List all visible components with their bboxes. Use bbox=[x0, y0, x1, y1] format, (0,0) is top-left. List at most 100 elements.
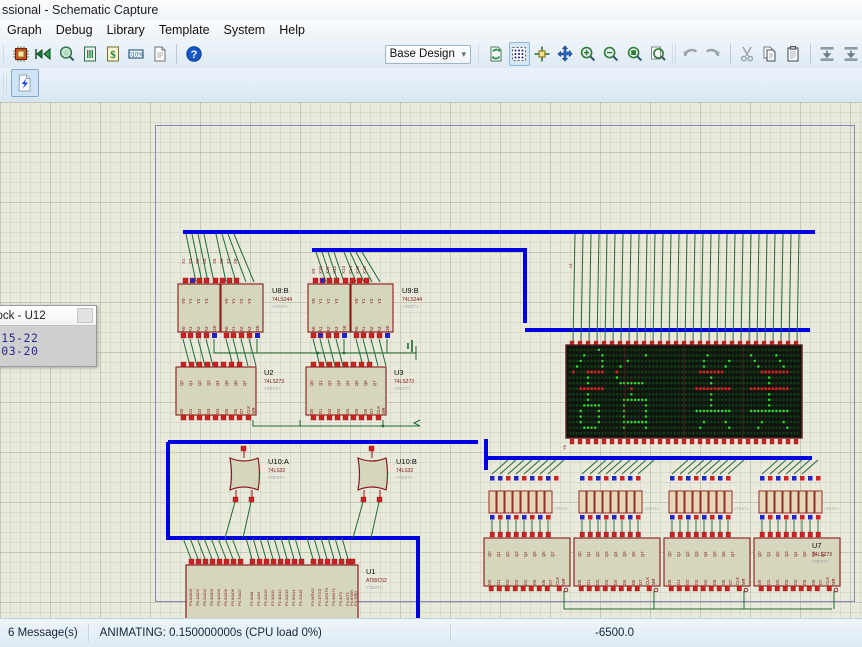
component-u10b[interactable]: U10:B 74LS32 <TEXT> bbox=[357, 445, 417, 503]
svg-text:X13: X13 bbox=[341, 265, 346, 274]
3d-visualizer-icon[interactable] bbox=[57, 42, 78, 66]
svg-text:D0: D0 bbox=[757, 579, 762, 585]
svg-text:D2: D2 bbox=[685, 579, 690, 585]
svg-text:Q5: Q5 bbox=[622, 551, 627, 557]
dot-matrix-display[interactable]: X1 Y8 bbox=[562, 233, 803, 450]
menu-item-help[interactable]: Help bbox=[272, 21, 312, 39]
svg-text:MR: MR bbox=[651, 578, 656, 585]
component-ref-u10b: U10:B bbox=[396, 457, 417, 466]
component-u3[interactable]: Q0 Q1 Q2 Q3 Q4 Q5 Q6 Q7 D0 D1 D2 D3 D4 D5 D6 D7 … bbox=[305, 366, 414, 416]
svg-text:P0.2/AD2: P0.2/AD2 bbox=[202, 588, 207, 606]
resistor-pack-row[interactable]: <TEXT> <TEXT> <TEXT> <TEXT> bbox=[488, 459, 840, 538]
zoom-in-icon[interactable] bbox=[578, 42, 599, 66]
resistor-pack-text-2: <TEXT> bbox=[644, 506, 660, 511]
electrical-rules-icon[interactable]: 010% bbox=[126, 42, 147, 66]
svg-text:X1: X1 bbox=[181, 258, 186, 264]
component-u8b[interactable]: Y0 Y1 Y2 Y3 Y0 Y1 Y2 Y3 A0 A1 A2 A3 OE A… bbox=[177, 283, 292, 333]
svg-text:D7: D7 bbox=[818, 579, 823, 585]
svg-text:X3: X3 bbox=[195, 258, 200, 264]
close-icon[interactable] bbox=[77, 308, 93, 323]
component-u1[interactable]: P0.0/AD0 P0.1/AD1 P0.2/AD2 P0.3/AD3 P0.4… bbox=[185, 564, 387, 618]
zoom-all-icon[interactable] bbox=[624, 42, 645, 66]
svg-text:Q1: Q1 bbox=[188, 380, 193, 386]
svg-text:D3: D3 bbox=[694, 579, 699, 585]
toolbar-grip[interactable] bbox=[3, 44, 7, 64]
svg-text:P2.0/A8: P2.0/A8 bbox=[249, 591, 254, 606]
schematic-canvas[interactable]: X1 X2 X3 X4 X5 X6 X7 X8 X9 X10 X11 X12 X… bbox=[0, 98, 862, 618]
help-icon[interactable]: ? bbox=[183, 42, 204, 66]
clock-popup-titlebar[interactable]: 2 Clock - U12 bbox=[0, 306, 96, 326]
status-divider-2 bbox=[449, 624, 452, 642]
origin-icon[interactable] bbox=[532, 42, 553, 66]
redo-icon[interactable] bbox=[703, 42, 724, 66]
mode-toolbar-grip[interactable] bbox=[3, 73, 7, 93]
svg-text:Q4: Q4 bbox=[523, 551, 528, 557]
menu-item-debug[interactable]: Debug bbox=[49, 21, 100, 39]
menu-item-library[interactable]: Library bbox=[100, 21, 152, 39]
svg-text:Q4: Q4 bbox=[215, 380, 220, 386]
svg-text:D0: D0 bbox=[487, 579, 492, 585]
component-text-u8b: <TEXT> bbox=[272, 304, 289, 309]
clock-popup-window[interactable]: 2 Clock - U12 13-15-22 03-03-20 bbox=[0, 305, 97, 367]
component-u9b[interactable]: Y0 Y1 Y2 Y3 Y0 Y1 Y2 Y3 A0 A1 A2 A3 OE A… bbox=[307, 283, 422, 333]
svg-text:D1: D1 bbox=[318, 408, 323, 414]
svg-text:CLK: CLK bbox=[735, 577, 740, 585]
zoom-area-icon[interactable] bbox=[647, 42, 668, 66]
svg-text:Y2: Y2 bbox=[239, 298, 244, 304]
svg-text:Y1: Y1 bbox=[188, 298, 193, 304]
zoom-out-icon[interactable] bbox=[601, 42, 622, 66]
component-text-u3: <TEXT> bbox=[394, 386, 411, 391]
svg-text:D0: D0 bbox=[309, 408, 314, 414]
toolbar-grip-view[interactable] bbox=[478, 44, 482, 64]
sheet-select-combo[interactable]: Base Design ▾ bbox=[384, 44, 471, 64]
menu-item-graph[interactable]: Graph bbox=[0, 21, 49, 39]
svg-text:A0: A0 bbox=[311, 326, 316, 332]
svg-text:D7: D7 bbox=[548, 579, 553, 585]
svg-text:Q7: Q7 bbox=[550, 551, 555, 557]
svg-text:Q7: Q7 bbox=[372, 380, 377, 386]
pcb-layout-icon[interactable] bbox=[34, 42, 55, 66]
copy-icon[interactable] bbox=[760, 42, 781, 66]
component-u2[interactable]: Q0 Q1 Q2 Q3 Q4 Q5 Q6 Q7 D0 D1 D2 D3 D4 D5 D6 D7 … bbox=[175, 366, 284, 416]
block-copy-icon[interactable] bbox=[817, 42, 838, 66]
svg-text:D7: D7 bbox=[638, 579, 643, 585]
grid-toggle-icon[interactable] bbox=[508, 42, 530, 66]
svg-text:D5: D5 bbox=[802, 579, 807, 585]
svg-text:A0: A0 bbox=[224, 326, 229, 332]
svg-text:P2.3/A11: P2.3/A11 bbox=[270, 589, 275, 606]
svg-text:Q2: Q2 bbox=[595, 551, 600, 557]
svg-text:P0.7/AD7: P0.7/AD7 bbox=[237, 588, 242, 606]
svg-text:X8: X8 bbox=[233, 258, 238, 264]
bill-of-materials-icon[interactable]: $ bbox=[103, 42, 124, 66]
cut-icon[interactable] bbox=[737, 42, 758, 66]
svg-text:D3: D3 bbox=[514, 579, 519, 585]
ic-design-icon[interactable] bbox=[10, 42, 31, 66]
toolbar-grip-edit[interactable] bbox=[672, 44, 676, 64]
svg-text:Q6: Q6 bbox=[363, 380, 368, 386]
svg-text:Q1: Q1 bbox=[496, 551, 501, 557]
block-move-icon[interactable] bbox=[840, 42, 861, 66]
svg-text:P0.3/AD3: P0.3/AD3 bbox=[209, 588, 214, 606]
svg-text:A3: A3 bbox=[377, 326, 382, 332]
component-u10a[interactable]: U10:A 74LS32 <TEXT> bbox=[229, 445, 289, 503]
svg-text:Y3: Y3 bbox=[377, 298, 382, 304]
svg-text:Q2: Q2 bbox=[775, 551, 780, 557]
refresh-icon[interactable] bbox=[485, 42, 506, 66]
svg-text:D6: D6 bbox=[541, 579, 546, 585]
component-text-u9b: <TEXT> bbox=[402, 304, 419, 309]
source-code-icon[interactable] bbox=[80, 42, 101, 66]
svg-text:A3: A3 bbox=[334, 326, 339, 332]
pan-icon[interactable] bbox=[555, 42, 576, 66]
menu-item-system[interactable]: System bbox=[217, 21, 273, 39]
netlist-report-icon[interactable] bbox=[149, 42, 170, 66]
svg-text:A1: A1 bbox=[318, 326, 323, 332]
menu-item-template[interactable]: Template bbox=[152, 21, 217, 39]
status-messages[interactable]: 6 Message(s) bbox=[0, 623, 86, 643]
undo-icon[interactable] bbox=[680, 42, 701, 66]
svg-text:D4: D4 bbox=[613, 579, 618, 585]
paste-icon[interactable] bbox=[783, 42, 804, 66]
svg-text:D4: D4 bbox=[345, 408, 350, 414]
selection-mode-icon[interactable] bbox=[11, 69, 39, 97]
svg-text:Y0: Y0 bbox=[354, 298, 359, 304]
svg-text:MR: MR bbox=[251, 407, 256, 414]
